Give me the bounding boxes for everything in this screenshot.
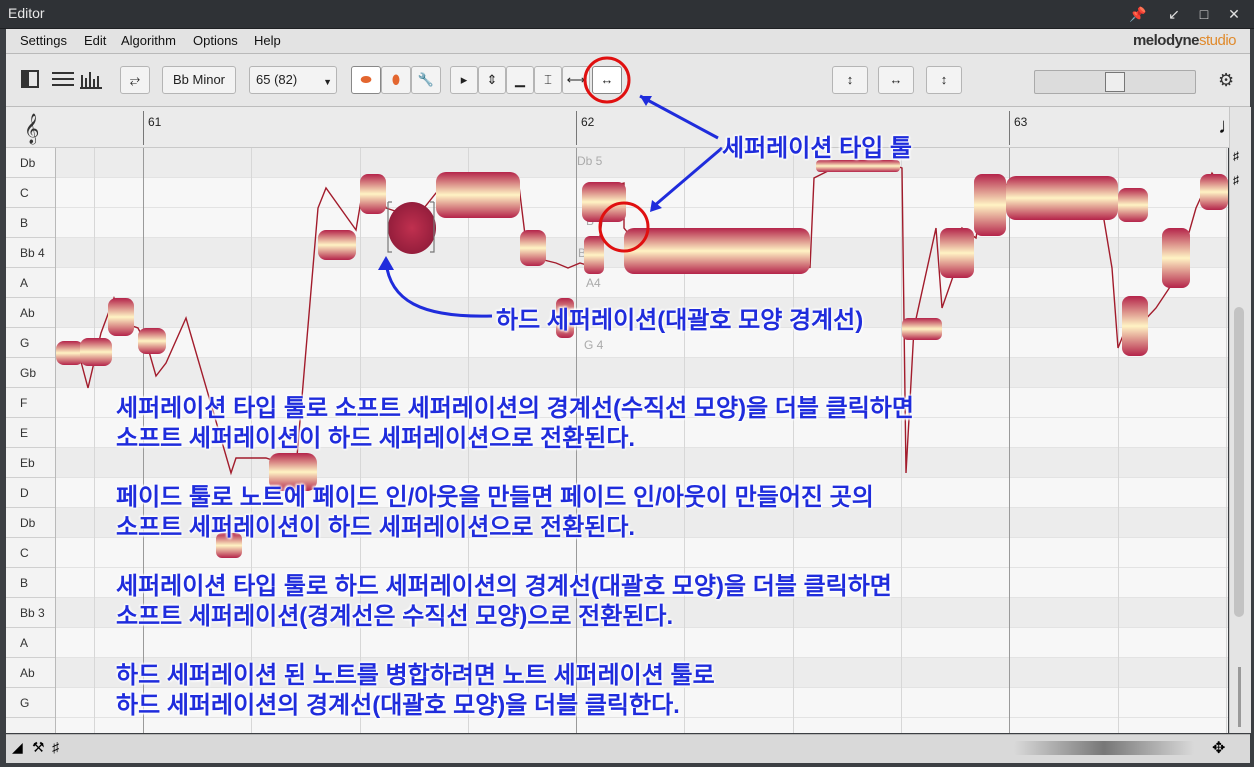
highlight-circle: [583, 56, 631, 104]
description-line: 하드 세퍼레이션의 경계선(대괄호 모양)을 더블 클릭한다.: [116, 692, 680, 719]
description-line: 소프트 세퍼레이션이 하드 세퍼레이션으로 전환된다.: [116, 425, 636, 452]
description-line: 소프트 세퍼레이션이 하드 세퍼레이션으로 전환된다.: [116, 514, 636, 541]
hard-separation-annotation: 하드 세퍼레이션(대괄호 모양 경계선): [496, 307, 864, 334]
tool-annotation: 세퍼레이션 타입 툴: [722, 135, 912, 162]
description-line: 소프트 세퍼레이션(경계선은 수직선 모양)으로 전환된다.: [116, 603, 674, 630]
annotation-arrow: [639, 94, 719, 140]
annotation-overlay: [378, 56, 723, 318]
arrow-head: [378, 256, 394, 270]
annotation-arrow: [653, 146, 723, 208]
annotation-arrow: [384, 261, 493, 318]
highlight-circle: [598, 201, 650, 253]
